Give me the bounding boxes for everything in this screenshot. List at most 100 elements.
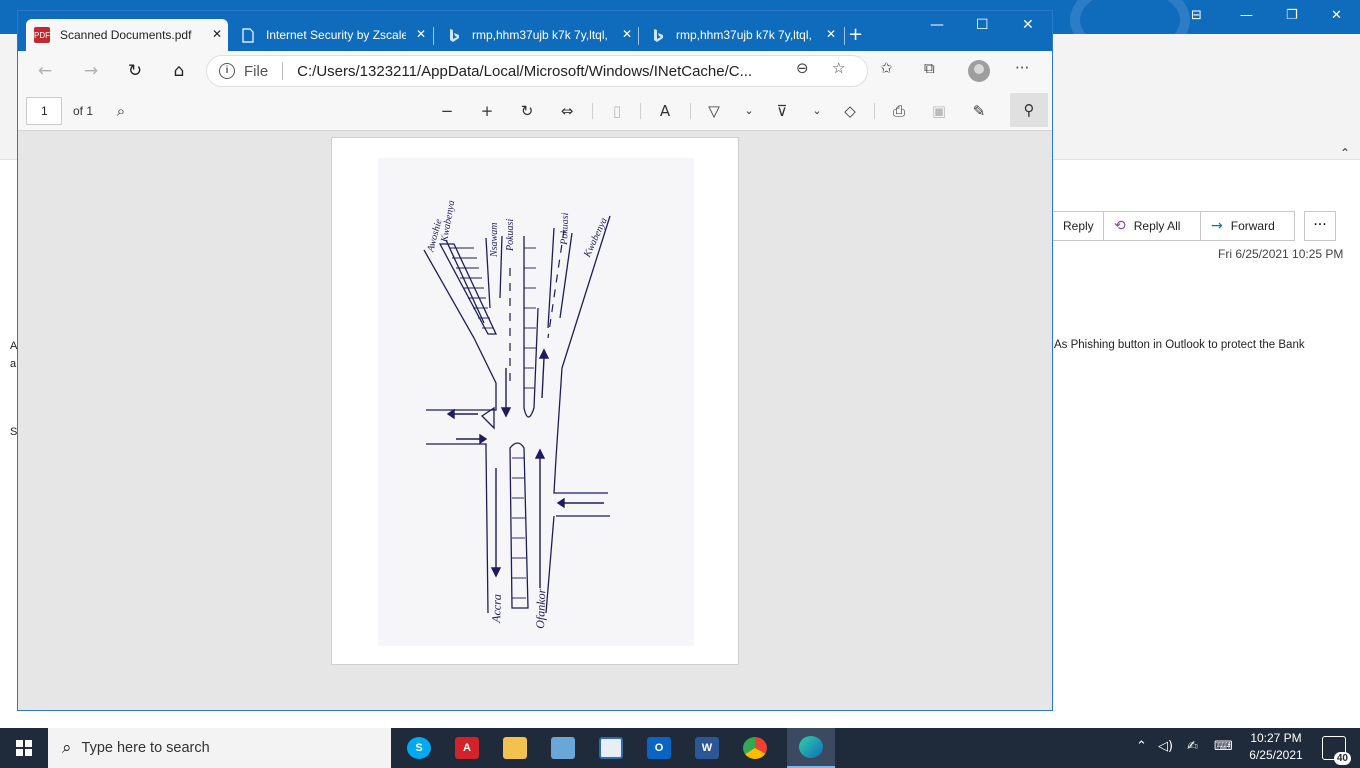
remote-desktop-app[interactable]	[539, 728, 587, 768]
print-icon[interactable]: ⎙	[888, 101, 910, 121]
close-icon[interactable]: ✕	[212, 27, 222, 41]
reply-all-button[interactable]: ⟲ Reply All	[1103, 211, 1201, 241]
reply-button[interactable]: Reply	[1052, 211, 1104, 241]
outlook-minimize-button[interactable]: —	[1240, 8, 1253, 23]
file-explorer-app[interactable]	[491, 728, 539, 768]
tab-strip: PDF Scanned Documents.pdf ✕ Internet Sec…	[18, 11, 1052, 51]
close-icon[interactable]: ✕	[826, 27, 836, 41]
sketch-label-ofankor: Ofankor	[533, 588, 549, 629]
pin-toolbar-button[interactable]: ⚲	[1010, 93, 1048, 127]
window-icon	[599, 737, 623, 759]
scanned-sketch: Awoshie Kwabenya Nsawam Pokuasi Pokuasi …	[378, 158, 694, 646]
word-app[interactable]: W	[683, 728, 731, 768]
minimize-button[interactable]: —	[930, 17, 944, 33]
clock-time: 10:27 PM	[1250, 731, 1302, 745]
collections-icon[interactable]: ⧉	[924, 59, 935, 77]
notification-center-button[interactable]: 40	[1322, 736, 1351, 765]
volume-icon[interactable]: ◁)	[1158, 739, 1173, 754]
acrobat-app[interactable]: A	[443, 728, 491, 768]
chevron-down-icon[interactable]: ⌄	[738, 101, 760, 121]
taskbar-search-box[interactable]: ⌕ Type here to search	[48, 728, 391, 768]
mail-action-group: Reply ⟲ Reply All → Forward	[1052, 211, 1295, 241]
ribbon-display-icon[interactable]: ⊟	[1191, 8, 1202, 23]
back-button[interactable]: ←	[34, 60, 56, 82]
fit-page-icon[interactable]: ⇔	[556, 101, 578, 121]
save-icon[interactable]: ▣	[928, 101, 950, 121]
reading-pane-edge-text: a	[10, 358, 17, 370]
tab-title: rmp,hhm37ujb k7k 7y,ltql,	[676, 28, 812, 42]
skype-app[interactable]: S	[395, 728, 443, 768]
edge-icon	[799, 736, 823, 758]
new-tab-button[interactable]: +	[848, 24, 863, 45]
edge-app[interactable]	[787, 728, 835, 768]
windows-logo-icon	[16, 740, 32, 756]
tab-scanned-documents[interactable]: PDF Scanned Documents.pdf ✕	[26, 19, 228, 51]
road-sketch-drawing	[423, 215, 611, 614]
tab-bing-search-1[interactable]: rmp,hhm37ujb k7k 7y,ltql, ✕	[438, 19, 638, 51]
tab-title: Scanned Documents.pdf	[60, 28, 192, 42]
forward-nav-button[interactable]: →	[80, 60, 102, 82]
forward-label: Forward	[1230, 219, 1275, 233]
zoom-icon[interactable]: ⊖	[796, 59, 809, 77]
outlook-icon: O	[647, 737, 671, 759]
info-icon[interactable]: i	[219, 63, 235, 79]
sketch-label-accra: Accra	[489, 593, 505, 623]
save-as-icon[interactable]: ✎	[968, 101, 990, 121]
keyboard-icon[interactable]: ⌨	[1214, 739, 1233, 754]
page-count: of 1	[73, 104, 94, 118]
zoom-in-icon[interactable]: +	[476, 101, 498, 121]
navigation-bar: ← → ↻ ⌂ i File C:/Users/1323211/AppData/…	[18, 51, 1052, 91]
highlight-icon[interactable]: ⊽	[771, 101, 793, 121]
edge-window: PDF Scanned Documents.pdf ✕ Internet Sec…	[17, 10, 1053, 711]
forward-button[interactable]: → Forward	[1200, 211, 1295, 241]
draw-icon[interactable]: ▽	[703, 101, 725, 121]
tab-divider	[433, 27, 434, 45]
close-window-button[interactable]: ✕	[1022, 17, 1034, 33]
outlook-app[interactable]: O	[635, 728, 683, 768]
close-icon[interactable]: ✕	[622, 27, 632, 41]
sketch-label-pokuasi: Pokuasi	[505, 218, 516, 251]
rotate-icon[interactable]: ↻	[516, 101, 538, 121]
windows-taskbar: ⌕ Type here to search S A O W ⌃ ◁) ✍ ⌨ 1…	[0, 728, 1360, 768]
home-button[interactable]: ⌂	[168, 60, 190, 82]
address-url[interactable]: C:/Users/1323211/AppData/Local/Microsoft…	[297, 63, 797, 80]
start-button[interactable]	[0, 728, 48, 768]
tab-bing-search-2[interactable]: rmp,hhm37ujb k7k 7y,ltql, ✕	[642, 19, 842, 51]
ribbon-collapse-icon[interactable]: ⌃	[1340, 146, 1350, 160]
pin-icon: ⚲	[1023, 101, 1035, 119]
outlook-restore-button[interactable]: ❐	[1286, 8, 1298, 23]
show-hidden-icons[interactable]: ⌃	[1136, 739, 1147, 754]
page-view-icon[interactable]: ▯	[606, 101, 628, 121]
eraser-icon[interactable]: ◇	[839, 101, 861, 121]
toolbar-divider	[640, 103, 641, 119]
settings-more-icon[interactable]: ···	[1015, 59, 1029, 77]
profile-avatar[interactable]	[968, 60, 990, 82]
pen-icon[interactable]: ✍	[1187, 739, 1198, 754]
close-icon[interactable]: ✕	[416, 27, 426, 41]
add-favorite-icon[interactable]: ☆	[832, 59, 845, 77]
refresh-button[interactable]: ↻	[124, 60, 146, 82]
search-icon[interactable]: ⌕	[110, 101, 132, 121]
acrobat-icon: A	[455, 737, 479, 759]
reply-label: Reply	[1063, 219, 1094, 233]
clock-date: 6/25/2021	[1249, 748, 1303, 762]
reply-all-label: Reply All	[1133, 219, 1181, 233]
zoom-out-icon[interactable]: −	[436, 101, 458, 121]
address-bar[interactable]: i File C:/Users/1323211/AppData/Local/Mi…	[206, 55, 868, 87]
taskbar-clock[interactable]: 10:27 PM 6/25/2021	[1240, 730, 1312, 764]
outlook-close-button[interactable]: ✕	[1331, 8, 1342, 23]
chrome-app[interactable]	[731, 728, 779, 768]
favorites-icon[interactable]: ✩	[880, 59, 893, 77]
read-aloud-icon[interactable]: A	[654, 101, 676, 121]
tab-internet-security[interactable]: Internet Security by Zscaler ✕	[232, 19, 432, 51]
toolbar-divider	[874, 103, 875, 119]
more-actions-button[interactable]: ···	[1304, 211, 1336, 241]
toolbar-divider	[592, 103, 593, 119]
page-number-input[interactable]: 1	[26, 97, 62, 125]
pdf-toolbar: 1 of 1 ⌕ − + ↻ ⇔ ▯ A ▽ ⌄ ⊽ ⌄ ◇ ⎙ ▣ ✎ ⚲	[18, 91, 1052, 131]
chevron-down-icon[interactable]: ⌄	[806, 101, 828, 121]
app-window[interactable]	[587, 728, 635, 768]
maximize-button[interactable]: ☐	[976, 17, 989, 33]
chrome-icon	[743, 737, 767, 759]
address-divider	[282, 62, 284, 80]
